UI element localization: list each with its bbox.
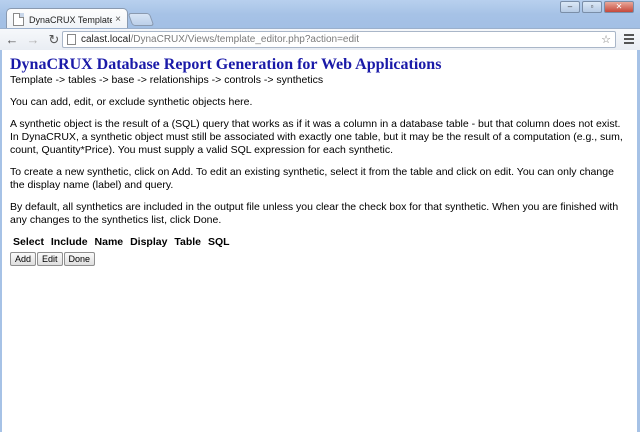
page-content: DynaCRUX Database Report Generation for … xyxy=(0,51,640,432)
star-icon[interactable]: ☆ xyxy=(601,33,611,46)
maximize-icon[interactable]: ▫ xyxy=(582,1,602,13)
browser-chrome: DynaCRUX Template Edito × – ▫ ✕ ← → ↻ ca… xyxy=(0,0,640,50)
synthetics-table-header: Select Include Name Display Table SQL xyxy=(13,236,630,249)
close-tab-icon[interactable]: × xyxy=(115,14,121,25)
page-title: DynaCRUX Database Report Generation for … xyxy=(10,56,442,73)
add-button[interactable]: Add xyxy=(10,252,37,266)
intro-paragraph: You can add, edit, or exclude synthetic … xyxy=(10,96,253,108)
url-host: calast.local xyxy=(81,34,131,45)
window-controls: – ▫ ✕ xyxy=(560,1,634,15)
column-header-table: Table xyxy=(174,236,202,248)
done-button[interactable]: Done xyxy=(63,252,96,266)
breadcrumb: Template -> tables -> base -> relationsh… xyxy=(10,74,324,86)
url-text[interactable]: calast.local/DynaCRUX/Views/template_edi… xyxy=(81,34,601,45)
column-header-sql: SQL xyxy=(207,236,230,248)
column-header-select: Select xyxy=(13,236,44,248)
minimize-icon[interactable]: – xyxy=(560,1,580,13)
new-tab-button[interactable] xyxy=(127,13,155,26)
back-arrow-icon[interactable]: ← xyxy=(3,31,21,49)
column-header-include: Include xyxy=(50,236,88,248)
url-path: /DynaCRUX/Views/template_editor.php?acti… xyxy=(130,34,360,45)
tab-strip: DynaCRUX Template Edito × – ▫ ✕ xyxy=(0,0,640,30)
include-instructions: By default, all synthetics are included … xyxy=(10,201,619,226)
column-header-name: Name xyxy=(94,236,124,248)
synthetic-definition-paragraph: A synthetic object is the result of a (S… xyxy=(10,118,623,156)
page-icon xyxy=(67,34,76,45)
create-edit-instructions: To create a new synthetic, click on Add.… xyxy=(10,166,614,191)
action-buttons: Add Edit Done xyxy=(10,252,630,266)
hamburger-menu-icon[interactable] xyxy=(624,34,634,44)
page-icon xyxy=(13,13,24,26)
edit-button[interactable]: Edit xyxy=(37,252,63,266)
reload-icon[interactable]: ↻ xyxy=(45,31,63,49)
browser-toolbar: ← → ↻ calast.local/DynaCRUX/Views/templa… xyxy=(0,28,640,50)
close-window-icon[interactable]: ✕ xyxy=(604,1,634,13)
tab-title: DynaCRUX Template Edito xyxy=(29,14,113,25)
column-header-display: Display xyxy=(130,236,168,248)
forward-arrow-icon[interactable]: → xyxy=(24,31,42,49)
browser-tab[interactable]: DynaCRUX Template Edito × xyxy=(6,8,128,30)
address-bar[interactable]: calast.local/DynaCRUX/Views/template_edi… xyxy=(62,31,616,48)
